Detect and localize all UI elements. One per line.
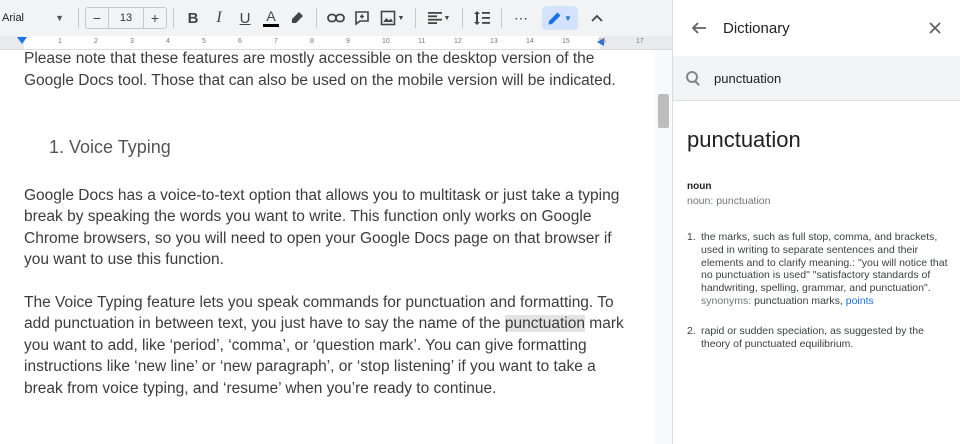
document-paragraph: Please note that these features are most… [24,50,616,89]
ruler-tick: 7 [274,38,278,45]
definition-body: the marks, such as full stop, comma, and… [701,231,949,308]
dictionary-header: Dictionary [673,0,960,56]
ruler-tick: 3 [130,38,134,45]
ruler-tick: 10 [382,38,390,45]
chevron-down-icon: ▼ [55,13,64,23]
align-icon [427,12,442,24]
toolbar-divider [415,8,416,28]
font-name: Arial [2,12,25,24]
dictionary-search [673,56,960,101]
chevron-up-icon [591,14,603,22]
ruler-tick: 16 [598,38,606,45]
highlight-button[interactable] [286,6,308,30]
search-input[interactable] [714,70,914,86]
more-options-button[interactable]: ⋯ [510,6,532,30]
search-icon [683,68,703,88]
dictionary-title: Dictionary [723,19,790,37]
text-color-label: A [266,8,276,24]
chevron-down-icon: ▼ [397,14,405,22]
highlighter-icon [292,12,303,23]
ruler[interactable]: 1 2 3 4 5 6 7 8 9 10 11 12 13 14 15 16 1… [0,36,672,50]
left-indent-marker[interactable] [17,37,27,44]
insert-comment-button[interactable] [351,6,373,30]
close-icon [929,22,941,34]
ruler-tick: 17 [636,38,644,45]
image-icon [380,10,395,26]
line-spacing-icon [474,11,490,25]
close-button[interactable] [923,16,947,40]
definition-item: 2. rapid or sudden speciation, as sugges… [687,325,949,351]
link-icon [327,13,345,23]
ruler-tick: 14 [526,38,534,45]
synonyms-text: punctuation marks, [754,294,843,307]
italic-button[interactable]: I [208,6,230,30]
text-color-swatch [263,24,279,27]
pencil-icon [548,12,561,24]
definition-text: the marks, such as full stop, comma, and… [701,231,948,295]
align-button[interactable]: ▼ [424,6,454,30]
synonym-link[interactable]: points [846,295,874,307]
toolbar: Arial ▼ − 13 + B I U A ▼ ▼ ⋯ ▼ [0,0,672,36]
ruler-tick: 5 [202,38,206,45]
decrease-font-size-button[interactable]: − [86,8,108,28]
document-body[interactable]: Please note that these features are most… [24,50,624,399]
chevron-down-icon: ▼ [443,14,451,22]
toolbar-divider [501,8,502,28]
toolbar-divider [462,8,463,28]
toolbar-divider [316,8,317,28]
part-of-speech: noun [687,181,712,192]
chevron-down-icon: ▼ [564,13,572,23]
toolbar-divider [78,8,79,28]
hide-menus-button[interactable] [586,6,608,30]
editing-mode-button[interactable]: ▼ [542,6,578,30]
insert-image-button[interactable]: ▼ [377,6,407,30]
comment-icon [355,11,369,26]
ruler-tick: 4 [166,38,170,45]
arrow-left-icon [691,22,706,34]
section-heading: 1. Voice Typing [49,137,171,157]
ruler-tick: 9 [346,38,350,45]
definition-number: 2. [687,324,696,337]
document-area: Arial ▼ − 13 + B I U A ▼ ▼ ⋯ ▼ 1 2 3 4 5… [0,0,672,444]
document-paragraph: The Voice Typing feature lets you speak … [24,292,624,400]
ruler-tick: 1 [58,38,62,45]
text-color-button[interactable]: A [260,6,282,30]
definition-item: 1. the marks, such as full stop, comma, … [687,231,949,308]
bold-button[interactable]: B [182,6,204,30]
dictionary-panel: Dictionary punctuation noun noun: punctu… [672,0,960,444]
line-spacing-button[interactable] [471,6,493,30]
document-scrollbar[interactable] [655,50,672,444]
toolbar-divider [173,8,174,28]
part-of-speech-detail: noun: punctuation [687,195,771,207]
document-page[interactable]: Please note that these features are most… [0,50,655,444]
font-size-input[interactable]: 13 [108,8,144,28]
ruler-tick: 13 [490,38,498,45]
font-size-control: − 13 + [85,7,167,29]
scrollbar-thumb[interactable] [658,94,669,128]
dictionary-word: punctuation [687,127,801,152]
ruler-tick: 2 [94,38,98,45]
underline-button[interactable]: U [234,6,256,30]
synonyms-label: synonyms: [701,294,752,307]
ruler-tick: 11 [418,38,426,45]
ruler-tick: 12 [454,38,462,45]
increase-font-size-button[interactable]: + [144,8,166,28]
ruler-tick: 15 [562,38,570,45]
definition-text: rapid or sudden speciation, as suggested… [701,324,924,350]
selected-word[interactable]: punctuation [504,315,585,332]
definition-number: 1. [687,231,696,243]
definition-list: 1. the marks, such as full stop, comma, … [687,231,949,367]
font-select[interactable]: Arial ▼ [0,12,72,24]
ruler-tick: 6 [238,38,242,45]
ruler-tick: 8 [310,38,314,45]
insert-link-button[interactable] [325,6,347,30]
document-paragraph: Google Docs has a voice-to-text option t… [24,186,620,269]
back-button[interactable] [687,16,711,40]
